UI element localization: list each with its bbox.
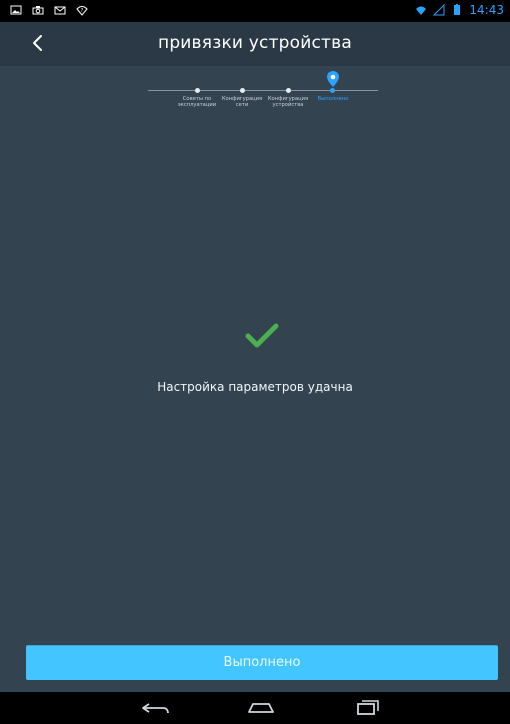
svg-text:?: ? — [81, 8, 84, 14]
navigation-bar — [0, 692, 510, 724]
header-bar: привязки устройства — [0, 22, 510, 66]
step-dot-2 — [240, 88, 245, 93]
status-time: 14:43 — [469, 3, 504, 17]
wifi-icon — [416, 6, 427, 15]
done-button[interactable]: Выполнено — [26, 645, 498, 680]
gmail-icon — [54, 6, 66, 15]
checkmark-icon — [245, 323, 279, 348]
step-dot-1 — [195, 88, 200, 93]
camera-icon — [32, 6, 44, 15]
stepper-line — [148, 90, 378, 91]
recents-nav-icon[interactable] — [350, 698, 384, 718]
step-dot-4 — [330, 88, 335, 93]
step-label-4: Выполнено — [317, 96, 349, 102]
success-message: Настройка параметров удачна — [157, 380, 353, 394]
wifi-question-icon: ? — [76, 6, 88, 16]
status-left-icons: ? — [10, 4, 88, 16]
stepper: Советы по эксплуатации Конфигурация сети… — [0, 66, 510, 126]
location-pin-icon — [327, 71, 339, 87]
signal-icon — [433, 4, 445, 16]
gallery-icon — [10, 5, 22, 15]
status-bar: ? 14:43 — [0, 0, 510, 22]
step-dot-3 — [286, 88, 291, 93]
status-right-icons: 14:43 — [415, 3, 504, 17]
home-nav-icon[interactable] — [244, 698, 278, 718]
back-nav-icon[interactable] — [139, 698, 173, 718]
battery-icon — [454, 4, 461, 15]
page-title: привязки устройства — [158, 33, 352, 53]
